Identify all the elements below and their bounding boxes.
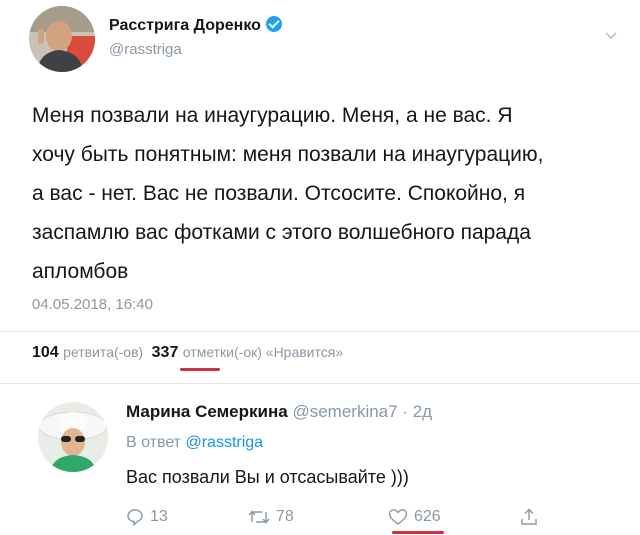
chevron-down-icon[interactable] xyxy=(604,28,618,40)
likes-label[interactable]: отметки(-ок) «Нравится» xyxy=(183,344,343,360)
author-header: Расстрига Доренко xyxy=(109,16,282,35)
author-name[interactable]: Расстрига Доренко xyxy=(109,17,261,34)
divider xyxy=(0,331,640,332)
tweet-text-line: апломбов xyxy=(32,260,129,283)
likes-count[interactable]: 337 xyxy=(152,344,179,361)
reply-to-line: В ответ @rasstriga xyxy=(126,434,263,452)
author-avatar[interactable] xyxy=(29,6,95,72)
reply-header: Марина Семеркина @semerkina7 · 2д xyxy=(126,402,432,422)
like-action[interactable]: 626 xyxy=(388,508,441,526)
tweet-timestamp[interactable]: 04.05.2018, 16:40 xyxy=(32,296,153,313)
divider xyxy=(0,383,640,384)
verified-badge-icon xyxy=(265,16,282,32)
reply-text: Вас позвали Вы и отсасывайте ))) xyxy=(126,467,409,487)
heart-icon xyxy=(388,509,408,525)
likes-count-underline xyxy=(180,368,220,371)
retweet-icon xyxy=(248,510,270,524)
reply-author-avatar[interactable] xyxy=(38,402,108,472)
reply-icon xyxy=(127,509,143,526)
tweet-stats: 104 ретвита(-ов) 337 отметки(-ок) «Нрави… xyxy=(32,344,343,362)
tweet-text-line: а вас - нет. Вас не позвали. Отсосите. С… xyxy=(32,182,526,205)
tweet-text-line: хочу быть понятным: меня позвали на инау… xyxy=(32,143,544,166)
retweet-count: 78 xyxy=(276,508,294,525)
retweets-label[interactable]: ретвита(-ов) xyxy=(63,344,143,360)
like-count: 626 xyxy=(414,508,441,525)
reply-action[interactable]: 13 xyxy=(126,508,168,526)
reply-author-name[interactable]: Марина Семеркина xyxy=(126,402,288,421)
reply-author-handle[interactable]: @semerkina7 xyxy=(292,402,397,421)
share-action[interactable] xyxy=(520,508,538,526)
reply-time[interactable]: · 2д xyxy=(402,402,432,421)
share-icon xyxy=(521,508,537,525)
retweet-action[interactable]: 78 xyxy=(248,508,294,526)
tweet-text-line: заспамлю вас фотками с этого волшебного … xyxy=(32,221,531,244)
author-handle[interactable]: @rasstriga xyxy=(109,41,182,58)
reply-count: 13 xyxy=(150,508,168,525)
reply-to-prefix: В ответ xyxy=(126,434,182,451)
like-count-underline xyxy=(392,531,444,534)
tweet-text: Меня позвали на инаугурацию. Меня, а не … xyxy=(32,96,632,291)
tweet-text-line: Меня позвали на инаугурацию. Меня, а не … xyxy=(32,104,513,127)
retweets-count[interactable]: 104 xyxy=(32,344,59,361)
reply-to-handle[interactable]: @rasstriga xyxy=(185,434,263,451)
